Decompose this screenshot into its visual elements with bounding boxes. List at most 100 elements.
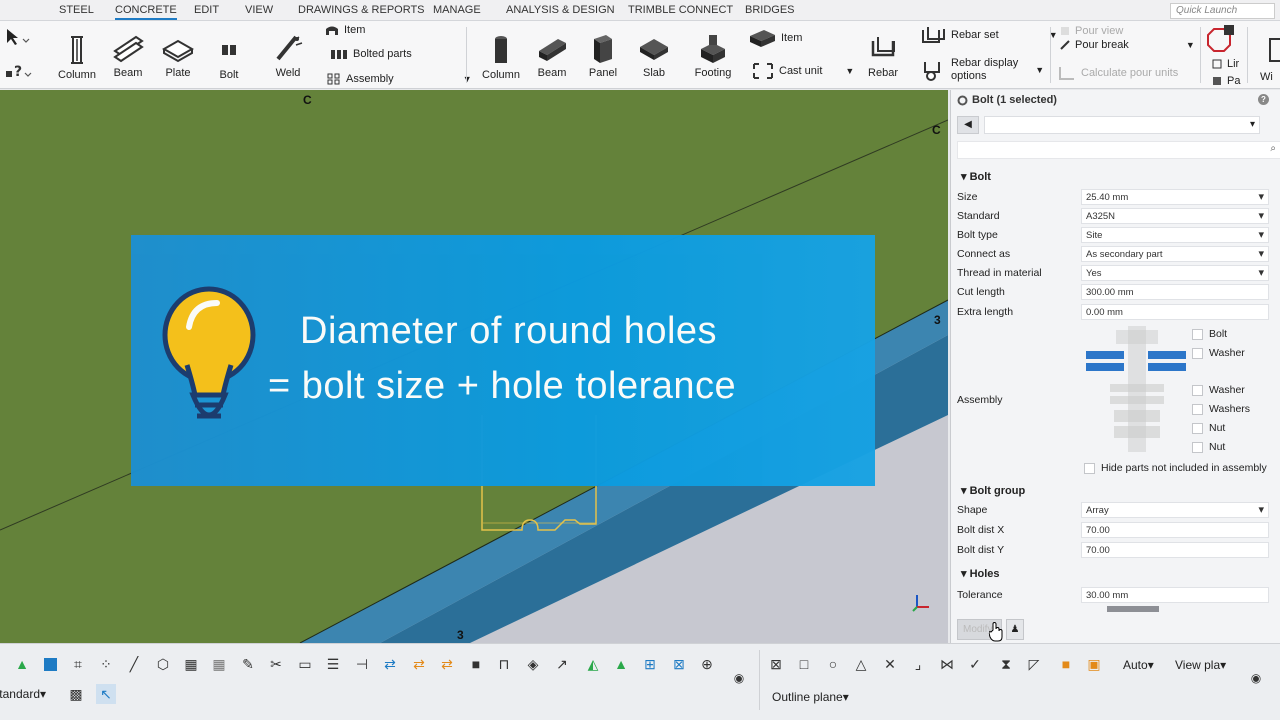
assembly-button[interactable]: Assembly ▼	[327, 73, 472, 85]
inquire-tool[interactable]: ?	[4, 61, 32, 84]
shape-select[interactable]: Array	[1081, 501, 1269, 518]
switch-orange-box-icon[interactable]: ■	[1056, 654, 1076, 674]
outline-plane-select[interactable]: Outline plane▾	[772, 690, 849, 704]
assembly-washer2-checkbox[interactable]: Washer	[1192, 384, 1245, 396]
eye-icon[interactable]: ◉	[1246, 668, 1266, 688]
steel-weld-button[interactable]: Weld	[261, 31, 315, 79]
switch-check-icon[interactable]: ✓	[965, 654, 985, 674]
thread-in-material-select[interactable]: Yes	[1081, 264, 1269, 281]
section-holes[interactable]: ▾ Holes	[961, 567, 1000, 580]
switch-xline-icon[interactable]: ⋈	[937, 654, 957, 674]
calculate-pour-units-button[interactable]: Calculate pour units	[1058, 65, 1178, 81]
steel-column-button[interactable]: Column	[50, 33, 104, 81]
tab-analysis-design[interactable]: ANALYSIS & DESIGN	[506, 4, 615, 16]
assembly-washers-checkbox[interactable]: Washers	[1192, 403, 1250, 415]
section-bolt-group[interactable]: ▾ Bolt group	[961, 484, 1025, 497]
tab-steel[interactable]: STEEL	[59, 4, 94, 16]
switch-hourglass-icon[interactable]: ⧗	[996, 654, 1016, 674]
bolt-dist-x-input[interactable]: 70.00	[1081, 521, 1269, 538]
concrete-footing-button[interactable]: Footing	[686, 31, 740, 79]
assembly-bolt-checkbox[interactable]: Bolt	[1192, 328, 1227, 340]
snap-rect-icon[interactable]: ▭	[295, 654, 315, 674]
rebar-button[interactable]: Rebar	[856, 31, 910, 79]
help-icon[interactable]: ?	[1258, 94, 1269, 105]
concrete-panel-button[interactable]: Panel	[576, 31, 630, 79]
steel-beam-button[interactable]: Beam	[101, 31, 155, 79]
snap-points-icon[interactable]: ⁘	[96, 654, 116, 674]
steel-plate-button[interactable]: Plate	[151, 31, 205, 79]
select-tool[interactable]	[4, 27, 30, 50]
connect-as-select[interactable]: As secondary part	[1081, 245, 1269, 262]
tab-manage[interactable]: MANAGE	[433, 4, 481, 16]
snap-green-icon[interactable]: ◭	[583, 654, 603, 674]
rebar-set-button[interactable]: Rebar set ▼	[920, 24, 1058, 46]
snap-blue-grid-icon[interactable]: ⊞	[640, 654, 660, 674]
snap-green2-icon[interactable]: ▲	[611, 654, 631, 674]
tab-edit[interactable]: EDIT	[194, 4, 219, 16]
snap-arrow-icon[interactable]: ↗	[552, 654, 572, 674]
tab-trimble-connect[interactable]: TRIMBLE CONNECT	[628, 4, 733, 16]
concrete-item-button[interactable]: Item	[748, 28, 802, 48]
bolt-type-select[interactable]: Site	[1081, 226, 1269, 243]
zoom-icon[interactable]: ⊕	[697, 654, 717, 674]
pattern-icon[interactable]: ▩	[66, 684, 86, 704]
tree-icon[interactable]: ▲	[12, 654, 32, 674]
snap-edit-icon[interactable]: ✎	[238, 654, 258, 674]
concrete-beam-button[interactable]: Beam	[525, 31, 579, 79]
standard-select[interactable]: A325N	[1081, 207, 1269, 224]
extra-length-input[interactable]: 0.00 mm	[1081, 303, 1269, 320]
concrete-slab-button[interactable]: Slab	[627, 31, 681, 79]
snap-orange2-icon[interactable]: ⇄	[437, 654, 457, 674]
steel-item-button[interactable]: Item	[325, 24, 365, 36]
snap-cut-icon[interactable]: ✂	[266, 654, 286, 674]
snap-cube-icon[interactable]: ⬡	[153, 654, 173, 674]
snap-mid-icon[interactable]: ⇄	[380, 654, 400, 674]
pour-break-button[interactable]: Pour break ▼	[1060, 39, 1195, 51]
switch-circle-icon[interactable]: ○	[823, 654, 843, 674]
pa-button[interactable]: Pa	[1212, 75, 1240, 87]
switch-orange-frame-icon[interactable]: ▣	[1084, 654, 1104, 674]
tab-concrete[interactable]: CONCRETE	[115, 4, 177, 20]
auto-select[interactable]: Auto▾	[1123, 658, 1154, 672]
bolt-dist-y-input[interactable]: 70.00	[1081, 541, 1269, 558]
lir-button[interactable]: Lir	[1212, 58, 1239, 70]
switch-diagonal-icon[interactable]: ◸	[1024, 654, 1044, 674]
select-cursor-icon[interactable]: ↖	[96, 684, 116, 704]
tab-bridges[interactable]: BRIDGES	[745, 4, 795, 16]
steel-bolt-button[interactable]: Bolt	[202, 33, 256, 81]
assembly-washer-checkbox[interactable]: Washer	[1192, 347, 1245, 359]
snap-bracket-icon[interactable]: ⊓	[494, 654, 514, 674]
snap-layers-icon[interactable]: ◈	[523, 654, 543, 674]
property-search-input[interactable]: ⌕	[957, 141, 1280, 159]
snap-grid2-icon[interactable]: ▦	[181, 654, 201, 674]
snap-orange1-icon[interactable]: ⇄	[409, 654, 429, 674]
size-select[interactable]: 25.40 mm	[1081, 188, 1269, 205]
snap-dark-icon[interactable]: ■	[466, 654, 486, 674]
tab-view[interactable]: VIEW	[245, 4, 273, 16]
properties-select[interactable]: ▾	[984, 116, 1260, 134]
snap-line-icon[interactable]: ╱	[124, 654, 144, 674]
hide-parts-checkbox[interactable]: Hide parts not included in assembly	[1084, 462, 1267, 474]
switch-triangle-icon[interactable]: △	[851, 654, 871, 674]
bolted-parts-button[interactable]: Bolted parts	[330, 48, 412, 60]
cast-unit-button[interactable]: Cast unit ▼	[752, 62, 854, 80]
switch-x-icon[interactable]: ⊠	[766, 654, 786, 674]
standard-select[interactable]: Standard▾	[0, 687, 46, 701]
section-bolt[interactable]: ▾ Bolt	[961, 170, 991, 183]
switch-square-icon[interactable]: □	[794, 654, 814, 674]
concrete-column-button[interactable]: Column	[474, 33, 528, 81]
snap-align-icon[interactable]: ☰	[323, 654, 343, 674]
tab-drawings-reports[interactable]: DRAWINGS & REPORTS	[298, 4, 425, 16]
assembly-nut-checkbox[interactable]: Nut	[1192, 422, 1225, 434]
pour-view-button[interactable]: Pour view	[1060, 25, 1123, 37]
cut-length-input[interactable]: 300.00 mm	[1081, 283, 1269, 300]
eye-icon[interactable]: ◉	[729, 668, 749, 688]
pick-button[interactable]: ♟	[1006, 619, 1024, 640]
snap-grid-icon[interactable]: ⌗	[68, 654, 88, 674]
switch-corner-icon[interactable]: ⌟	[908, 654, 928, 674]
back-button[interactable]: ◀	[957, 116, 979, 134]
rebar-display-options-button[interactable]: Rebar display options ▼	[922, 57, 1044, 83]
wi-button[interactable]: Wi	[1256, 35, 1280, 83]
assembly-nut2-checkbox[interactable]: Nut	[1192, 441, 1225, 453]
view-plane-select[interactable]: View pla▾	[1175, 658, 1226, 672]
